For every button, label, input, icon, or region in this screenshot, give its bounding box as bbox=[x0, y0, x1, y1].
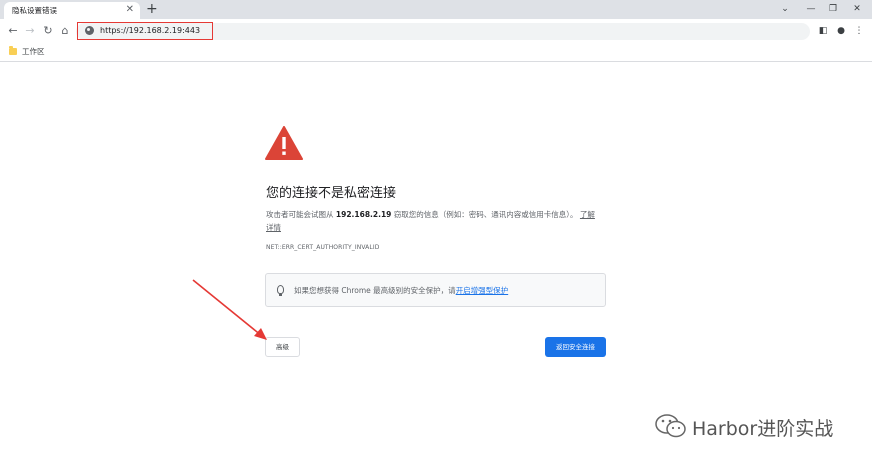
promo-text: 如果您想获得 Chrome 最高级别的安全保护，请开启增强型保护 bbox=[294, 285, 508, 296]
tab-search-icon[interactable]: ⌄ bbox=[776, 2, 794, 16]
tab-close-icon[interactable]: ✕ bbox=[126, 3, 134, 17]
tab-strip: 隐私设置错误 ✕ + ⌄ — ❐ ✕ bbox=[0, 0, 872, 19]
restore-button[interactable]: ❐ bbox=[824, 2, 842, 16]
lightbulb-icon bbox=[277, 285, 284, 296]
back-to-safety-button[interactable]: 返回安全连接 bbox=[545, 337, 606, 357]
reload-icon[interactable]: ↻ bbox=[41, 24, 55, 38]
close-window-button[interactable]: ✕ bbox=[848, 2, 866, 16]
side-panel-icon[interactable]: ◧ bbox=[816, 24, 830, 38]
watermark: Harbor进阶实战 bbox=[654, 413, 833, 440]
warning-icon bbox=[265, 126, 303, 160]
desc-suffix: 窃取您的信息（例如：密码、通讯内容或信用卡信息）。 bbox=[391, 210, 578, 219]
bookmarks-bar: 工作区 bbox=[0, 44, 872, 62]
error-code: NET::ERR_CERT_AUTHORITY_INVALID bbox=[266, 244, 380, 251]
host-name: 192.168.2.19 bbox=[335, 210, 392, 219]
new-tab-button[interactable]: + bbox=[146, 1, 158, 17]
error-description: 攻击者可能会试图从 192.168.2.19 窃取您的信息（例如：密码、通讯内容… bbox=[266, 208, 596, 234]
wechat-icon bbox=[655, 414, 686, 438]
minimize-button[interactable]: — bbox=[802, 2, 820, 16]
promo-text-label: 如果您想获得 Chrome 最高级别的安全保护，请 bbox=[294, 286, 456, 295]
back-arrow-icon[interactable]: ← bbox=[6, 24, 20, 38]
home-icon[interactable]: ⌂ bbox=[58, 24, 72, 38]
desc-prefix: 攻击者可能会试图从 bbox=[266, 210, 336, 219]
enhanced-protection-promo: 如果您想获得 Chrome 最高级别的安全保护，请开启增强型保护 bbox=[265, 273, 606, 307]
bookmark-folder-label[interactable]: 工作区 bbox=[22, 46, 45, 57]
watermark-text: Harbor进阶实战 bbox=[692, 418, 834, 440]
page-title: 您的连接不是私密连接 bbox=[266, 186, 397, 201]
folder-icon bbox=[9, 46, 17, 55]
tab-title: 隐私设置错误 bbox=[12, 6, 57, 15]
url-highlight-box bbox=[77, 22, 213, 40]
forward-arrow-icon[interactable]: → bbox=[23, 24, 37, 38]
menu-icon[interactable]: ⋮ bbox=[852, 24, 866, 38]
tab-active[interactable]: 隐私设置错误 ✕ bbox=[4, 2, 140, 19]
enhanced-protection-link[interactable]: 开启增强型保护 bbox=[456, 286, 509, 295]
advanced-button[interactable]: 高级 bbox=[265, 337, 300, 357]
profile-icon[interactable]: ● bbox=[834, 24, 848, 38]
